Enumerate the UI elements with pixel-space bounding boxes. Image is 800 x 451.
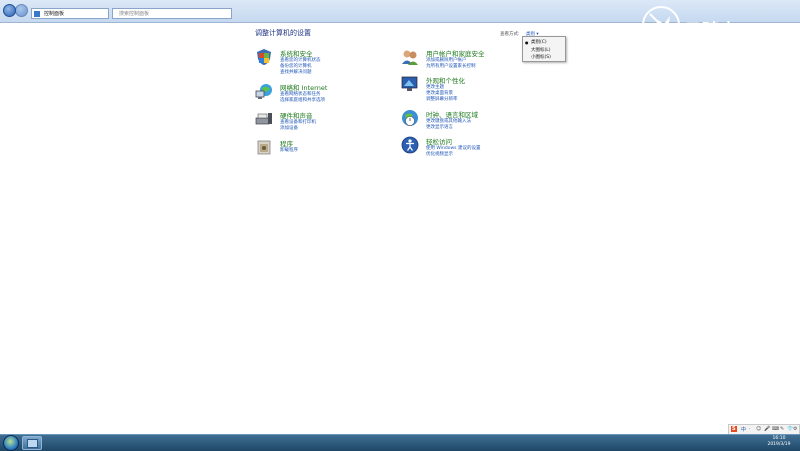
category-programs: 程序 卸载程序 xyxy=(255,138,395,164)
category-user-accounts: 用户帐户和家庭安全 添加或删除用户帐户 为所有用户设置家长控制 xyxy=(401,48,541,74)
category-link[interactable]: 更改显示语言 xyxy=(426,124,453,130)
search-placeholder: 搜索控制面板 xyxy=(119,11,150,17)
navigation-buttons xyxy=(3,3,29,19)
category-link[interactable]: 调整屏幕分辨率 xyxy=(426,96,458,102)
category-appearance: 外观和个性化 更改主题 更改桌面背景 调整屏幕分辨率 xyxy=(401,75,541,102)
knight-logo-icon xyxy=(642,6,680,44)
programs-icon xyxy=(257,140,271,155)
settings-icon[interactable]: ⚙ xyxy=(793,426,797,432)
user-accounts-icon xyxy=(402,50,418,65)
address-field[interactable]: 控制面板 xyxy=(31,8,109,19)
appearance-icon xyxy=(401,76,418,91)
microphone-icon[interactable]: 🎤 xyxy=(764,426,770,432)
emoji-icon[interactable]: ☺ xyxy=(756,426,761,432)
punctuation-icon[interactable]: · xyxy=(749,426,751,432)
system-clock[interactable]: 16:10 2019/3/19 xyxy=(764,436,794,448)
system-security-icon xyxy=(257,49,271,65)
ease-of-access-icon xyxy=(401,136,419,154)
category-hardware-sound: 硬件和声音 查看设备和打印机 添加设备 xyxy=(255,110,395,136)
menu-item-category[interactable]: 类别(C) xyxy=(531,39,547,45)
start-button[interactable] xyxy=(3,435,19,451)
category-link[interactable]: 选择家庭组和共享选项 xyxy=(280,97,325,103)
clock-language-icon xyxy=(402,110,418,126)
hardware-sound-icon xyxy=(255,113,272,125)
watermark-text: 云骑士 xyxy=(684,21,738,41)
category-link[interactable]: 查找并解决问题 xyxy=(280,69,312,75)
category-ease-of-access: 轻松访问 使用 Windows 建议的设置 优化视频显示 xyxy=(401,136,541,162)
forward-button[interactable] xyxy=(15,4,28,17)
taskbar-control-panel-button[interactable] xyxy=(22,436,42,450)
taskbar xyxy=(0,434,800,451)
watermark-logo: 云骑士 xyxy=(640,4,785,46)
keyboard-icon[interactable]: ⌨ xyxy=(772,426,779,432)
breadcrumb[interactable]: 控制面板 xyxy=(44,11,64,17)
clock-date: 2019/3/19 xyxy=(767,442,791,447)
category-link[interactable]: 卸载程序 xyxy=(280,147,298,153)
category-link[interactable]: 为所有用户设置家长控制 xyxy=(426,63,476,69)
page-title: 调整计算机的设置 xyxy=(255,29,311,37)
category-link[interactable]: 添加设备 xyxy=(280,125,298,131)
handwriting-icon[interactable]: ✎ xyxy=(780,426,784,432)
control-panel-icon xyxy=(34,11,40,17)
sogou-icon[interactable]: S xyxy=(731,426,737,432)
category-system-security: 系统和安全 查看您的计算机状态 备份您的计算机 查找并解决问题 xyxy=(255,48,395,75)
category-link[interactable]: 优化视频显示 xyxy=(426,151,453,157)
control-panel-icon xyxy=(27,439,38,448)
category-network: 网络和 Internet 查看网络状态和任务 选择家庭组和共享选项 xyxy=(255,82,395,108)
selected-bullet-icon: ● xyxy=(525,40,529,45)
ime-chinese-toggle[interactable]: 中 xyxy=(741,426,746,433)
view-by-label: 查看方式: xyxy=(500,32,520,37)
category-clock-language: 时钟、语言和区域 更改键盘或其他输入法 更改显示语言 xyxy=(401,109,541,135)
network-icon xyxy=(255,84,272,99)
search-input[interactable]: 搜索控制面板 xyxy=(112,8,232,19)
